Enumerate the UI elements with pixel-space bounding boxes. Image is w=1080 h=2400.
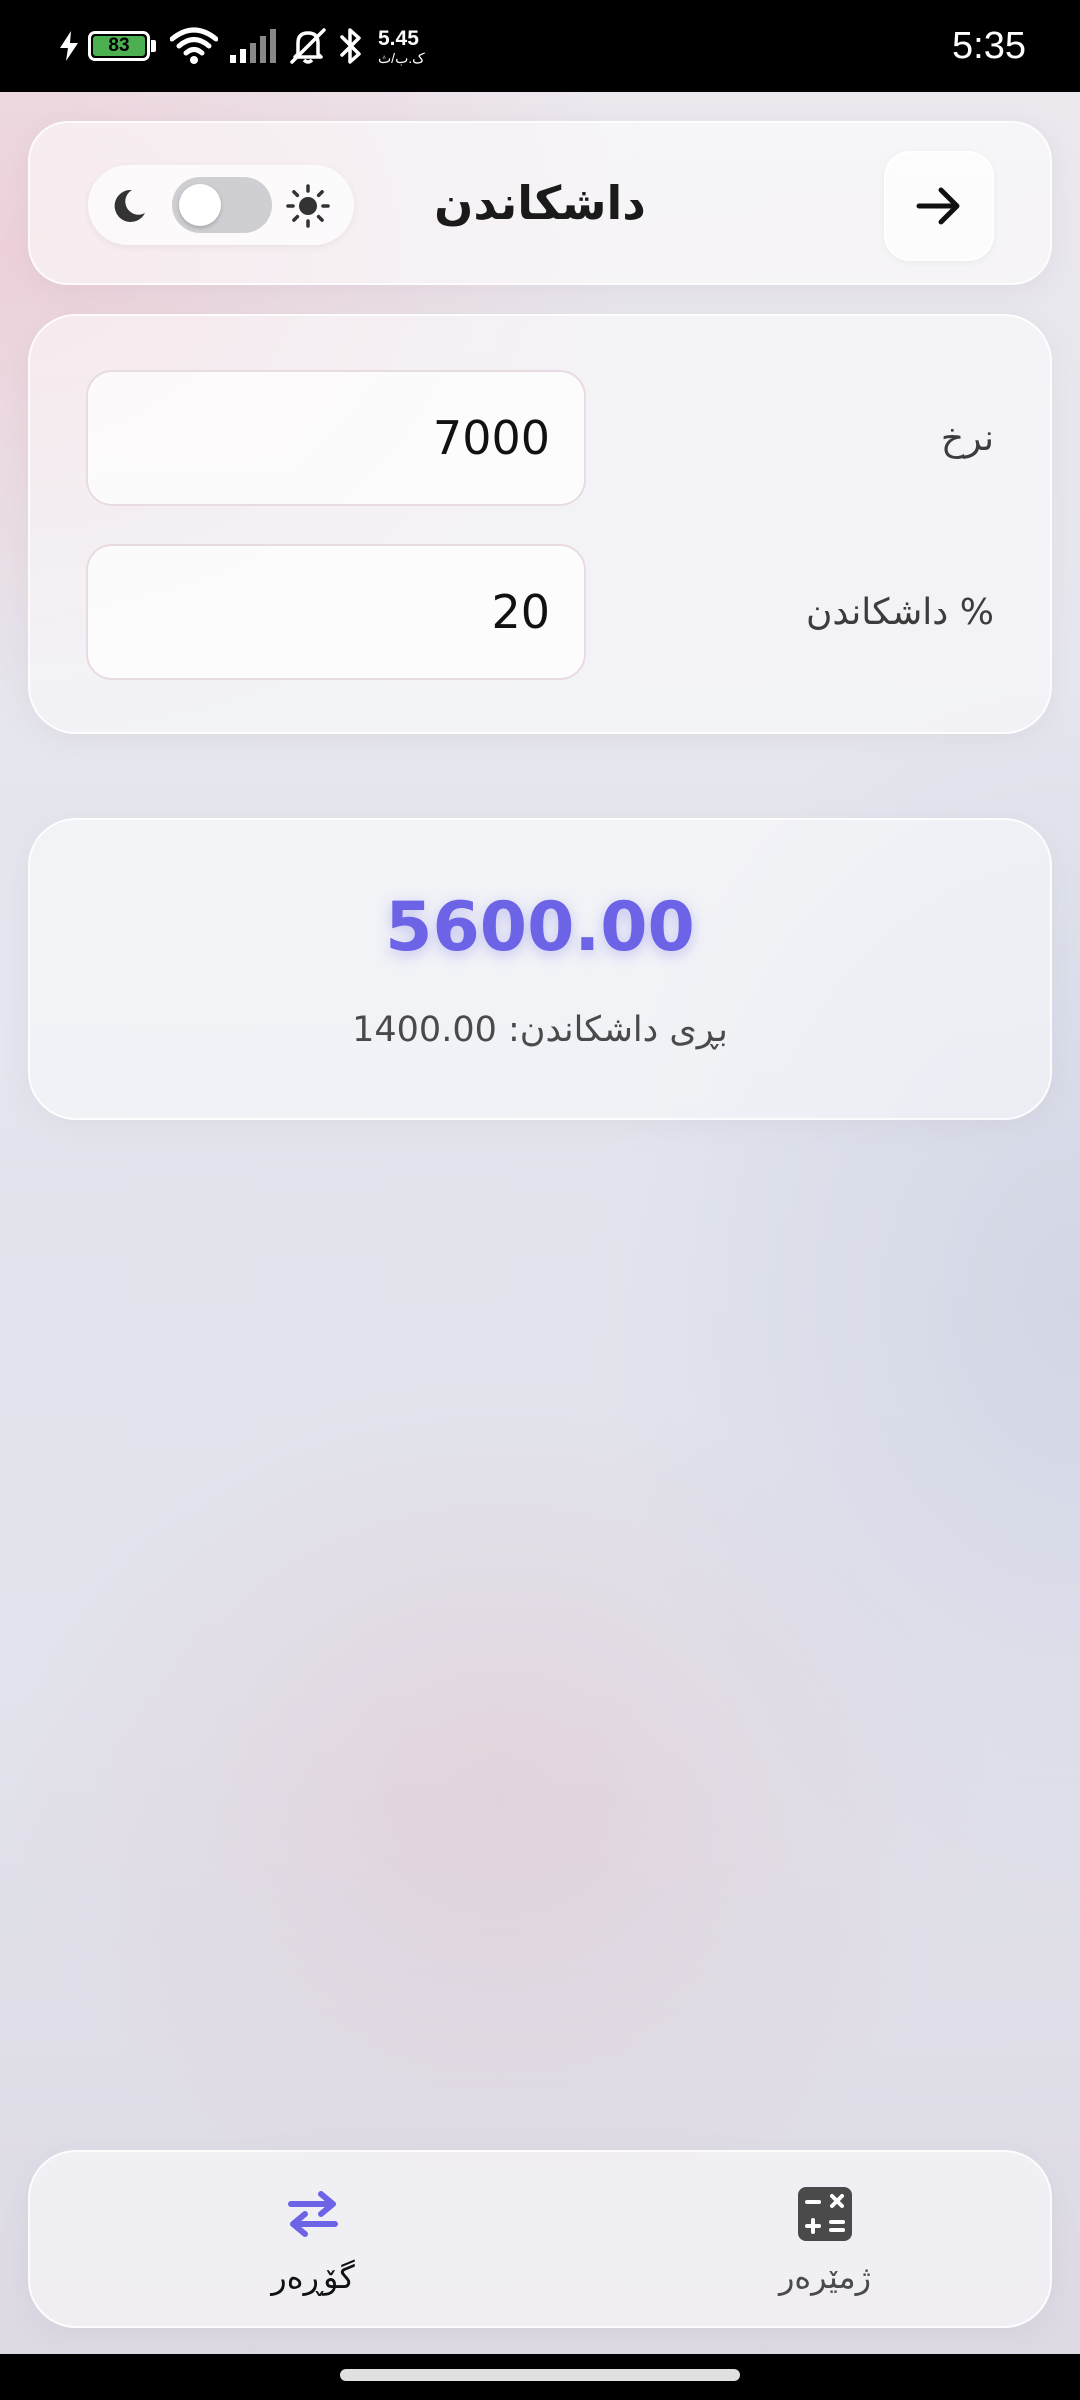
bottom-nav: گۆڕەر ژمێرەر [28,2150,1052,2328]
clock: 5:35 [952,24,1026,67]
nav-label-calculator: ژمێرەر [778,2258,872,2296]
discount-form-card: نرخ داشکاندن % [28,314,1052,734]
discount-percent-input[interactable] [86,544,586,680]
network-speed: 5.45 ک.ب/ث [378,0,425,92]
final-price: 5600.00 [385,887,695,967]
app-header: داشکاندن [28,121,1052,285]
price-input[interactable] [86,370,586,506]
status-bar: 83 5.45 ک.ب/ث 5:35 [0,0,1080,92]
arrow-right-icon [916,187,960,225]
battery-icon: 83 [88,0,156,92]
mute-bell-icon [288,0,328,92]
signal-icon [228,0,278,92]
discount-amount: بڕی داشکاندن: 1400.00 [352,1010,728,1050]
battery-level: 83 [93,35,145,56]
nav-item-calculator[interactable]: ژمێرەر [725,2182,925,2302]
charging-icon [58,0,80,92]
gesture-bar [0,2354,1080,2400]
swap-arrows-icon [281,2182,345,2246]
back-button[interactable] [884,151,994,261]
wifi-icon [170,0,218,92]
price-label: نرخ [940,417,994,459]
network-speed-unit: ک.ب/ث [378,49,425,66]
home-handle[interactable] [340,2369,740,2381]
discount-percent-label: داشکاندن % [805,591,994,633]
calculator-icon [793,2182,857,2246]
discount-row: داشکاندن % [30,544,1050,680]
nav-item-converter[interactable]: گۆڕەر [213,2182,413,2302]
bluetooth-icon [338,0,364,92]
result-card: 5600.00 بڕی داشکاندن: 1400.00 [28,818,1052,1120]
network-speed-value: 5.45 [378,26,419,50]
nav-label-converter: گۆڕەر [271,2258,355,2296]
price-row: نرخ [30,370,1050,506]
